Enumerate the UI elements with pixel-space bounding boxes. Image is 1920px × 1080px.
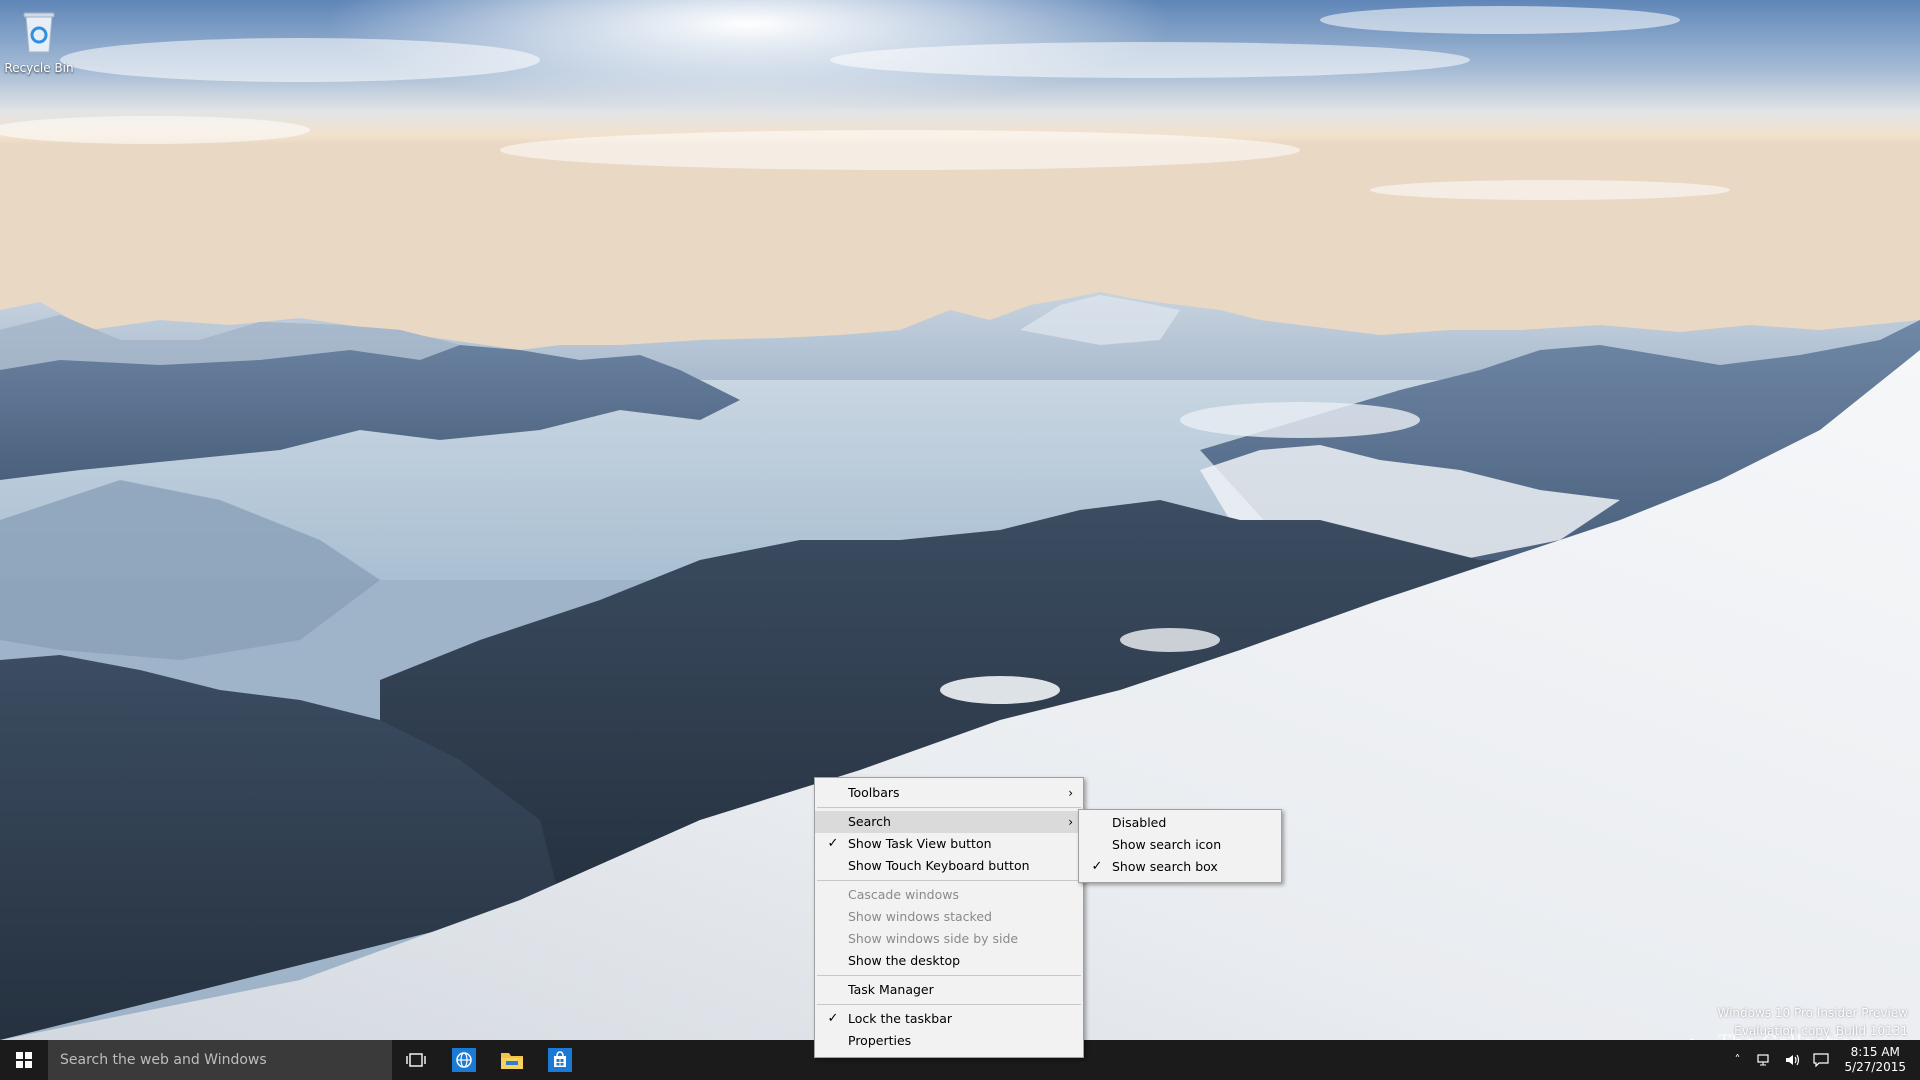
folder-icon xyxy=(501,1053,523,1069)
menu-item-label: Show Task View button xyxy=(848,836,992,851)
menu-item-windows-side-by-side: Show windows side by side xyxy=(815,928,1083,950)
clock-time: 8:15 AM xyxy=(1850,1045,1900,1059)
network-icon[interactable] xyxy=(1756,1051,1774,1069)
menu-separator xyxy=(817,807,1081,808)
menu-item-label: Search xyxy=(848,814,891,829)
start-button[interactable] xyxy=(0,1040,48,1080)
menu-item-label: Properties xyxy=(848,1033,912,1048)
globe-icon xyxy=(452,1048,476,1072)
store-button[interactable] xyxy=(536,1040,584,1080)
task-view-button[interactable] xyxy=(392,1040,440,1080)
menu-item-label: Disabled xyxy=(1112,815,1167,830)
menu-item-label: Cascade windows xyxy=(848,887,959,902)
menu-item-toolbars[interactable]: Toolbars › xyxy=(815,782,1083,804)
task-view-icon xyxy=(406,1053,426,1067)
menu-item-label: Show search icon xyxy=(1112,837,1222,852)
checkmark-icon: ✓ xyxy=(827,1011,839,1026)
menu-item-label: Lock the taskbar xyxy=(848,1011,953,1026)
submenu-item-show-search-icon[interactable]: Show search icon xyxy=(1079,834,1281,856)
menu-item-label: Toolbars xyxy=(848,785,900,800)
menu-item-task-manager[interactable]: Task Manager xyxy=(815,979,1083,1001)
submenu-item-disabled[interactable]: Disabled xyxy=(1079,812,1281,834)
menu-item-label: Show windows side by side xyxy=(848,931,1019,946)
chevron-up-icon[interactable]: ˄ xyxy=(1728,1051,1746,1069)
menu-separator xyxy=(817,1004,1081,1005)
menu-item-label: Task Manager xyxy=(848,982,934,997)
menu-item-properties[interactable]: Properties xyxy=(815,1030,1083,1052)
menu-item-label: Show Touch Keyboard button xyxy=(848,858,1030,873)
search-placeholder: Search the web and Windows xyxy=(60,1052,267,1068)
menu-item-windows-stacked: Show windows stacked xyxy=(815,906,1083,928)
menu-separator xyxy=(817,880,1081,881)
chevron-right-icon: › xyxy=(1068,786,1073,800)
menu-item-show-touch-keyboard[interactable]: Show Touch Keyboard button xyxy=(815,855,1083,877)
chevron-right-icon: › xyxy=(1068,815,1073,829)
action-center-icon[interactable] xyxy=(1812,1051,1830,1069)
menu-item-show-desktop[interactable]: Show the desktop xyxy=(815,950,1083,972)
file-explorer-button[interactable] xyxy=(488,1040,536,1080)
system-tray: ˄ 8:15 AM 5/27/2015 xyxy=(1728,1040,1920,1080)
menu-item-show-task-view[interactable]: ✓ Show Task View button xyxy=(815,833,1083,855)
edge-browser-button[interactable] xyxy=(440,1040,488,1080)
menu-separator xyxy=(817,975,1081,976)
menu-item-search[interactable]: Search › xyxy=(815,811,1083,833)
watermark-edition: Windows 10 Pro Insider Preview xyxy=(1717,1006,1908,1020)
submenu-item-show-search-box[interactable]: ✓ Show search box xyxy=(1079,856,1281,878)
menu-item-cascade-windows: Cascade windows xyxy=(815,884,1083,906)
menu-item-label: Show windows stacked xyxy=(848,909,992,924)
windows-logo-icon xyxy=(16,1052,32,1068)
store-icon xyxy=(548,1048,572,1072)
taskbar-search-box[interactable]: Search the web and Windows xyxy=(48,1040,392,1080)
recycle-bin-icon xyxy=(23,12,55,53)
recycle-bin-label: Recycle Bin xyxy=(4,61,74,75)
menu-item-label: Show search box xyxy=(1112,859,1218,874)
menu-item-lock-taskbar[interactable]: ✓ Lock the taskbar xyxy=(815,1008,1083,1030)
taskbar-context-menu: Toolbars › Search › ✓ Show Task View but… xyxy=(814,777,1084,1058)
search-submenu: Disabled Show search icon ✓ Show search … xyxy=(1078,809,1282,883)
checkmark-icon: ✓ xyxy=(1091,859,1103,874)
taskbar-clock[interactable]: 8:15 AM 5/27/2015 xyxy=(1840,1045,1910,1075)
recycle-bin-shortcut[interactable]: Recycle Bin xyxy=(4,8,74,75)
menu-item-label: Show the desktop xyxy=(848,953,961,968)
clock-date: 5/27/2015 xyxy=(1844,1060,1906,1074)
volume-icon[interactable] xyxy=(1784,1051,1802,1069)
checkmark-icon: ✓ xyxy=(827,836,839,851)
